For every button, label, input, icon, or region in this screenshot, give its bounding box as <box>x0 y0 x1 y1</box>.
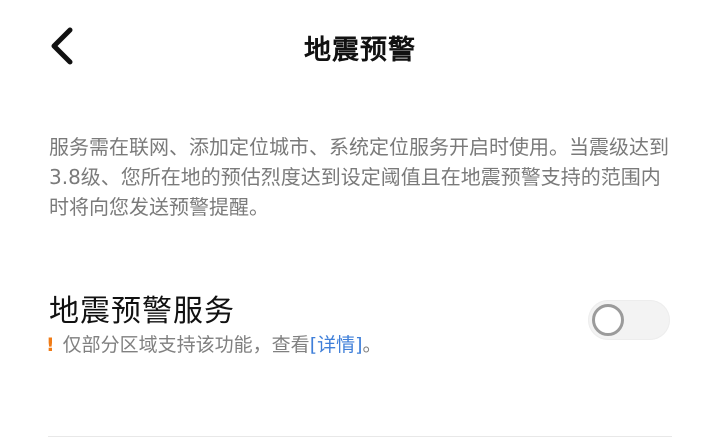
header: 地震预警 <box>0 0 720 96</box>
earthquake-warning-service-row: 地震预警服务 ! 仅部分区域支持该功能，查看[详情]。 <box>0 282 720 382</box>
divider <box>48 436 672 437</box>
page-title: 地震预警 <box>304 35 416 66</box>
note-suffix: 。 <box>362 334 382 356</box>
service-note: ! 仅部分区域支持该功能，查看[详情]。 <box>46 330 382 357</box>
toggle-knob <box>592 304 624 336</box>
service-toggle[interactable] <box>588 300 670 340</box>
service-description: 服务需在联网、添加定位城市、系统定位服务开启时使用。当震级达到3.8级、您所在地… <box>49 135 669 219</box>
service-title: 地震预警服务 <box>49 294 235 329</box>
details-link[interactable]: [详情] <box>310 334 363 356</box>
note-text: 仅部分区域支持该功能，查看 <box>62 334 310 356</box>
warning-icon: ! <box>46 334 55 356</box>
